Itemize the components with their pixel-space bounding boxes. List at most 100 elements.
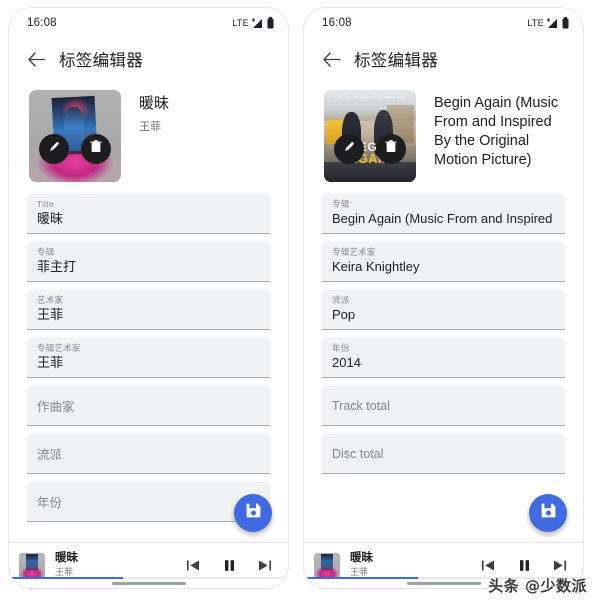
phone-screenshot-left: 16:08 LTE 标签编辑器 暖昧 王菲 Title 暖昧 专辑 菲主打 艺术… [9, 8, 288, 588]
album-art-artist: 王菲 [139, 120, 161, 133]
field-value: Pop [332, 307, 356, 323]
mini-player-artwork [314, 552, 340, 579]
field-track-total[interactable]: Track total [322, 386, 565, 426]
field-album[interactable]: 专辑 菲主打 [27, 242, 270, 282]
back-arrow-icon[interactable] [23, 46, 49, 72]
status-indicators: LTE [527, 17, 569, 29]
field-value: Begin Again (Music From and Inspired By [332, 211, 555, 227]
mini-player-title: 暖昧 [350, 552, 373, 565]
mini-player-artwork [19, 552, 45, 579]
field-placeholder: 年份 [37, 496, 63, 510]
save-icon [245, 502, 262, 524]
field-disc-total[interactable]: Disc total [322, 434, 565, 474]
mini-art-poster-layer [321, 554, 333, 571]
network-label: LTE [527, 18, 544, 28]
album-art[interactable] [29, 90, 121, 182]
field-year[interactable]: 年份 2014 [322, 338, 565, 378]
field-value: 2014 [332, 355, 361, 371]
skip-next-icon[interactable] [551, 557, 569, 575]
trash-icon [385, 140, 397, 158]
skip-previous-icon[interactable] [184, 557, 202, 575]
delete-artwork-button[interactable] [376, 134, 406, 164]
save-button[interactable] [529, 494, 567, 532]
mini-player-meta: 暖昧 王菲 [350, 552, 479, 578]
battery-icon [562, 17, 569, 29]
poster-topline-text: Music From and Inspired By the Original … [335, 94, 405, 99]
edit-artwork-button[interactable] [39, 134, 69, 164]
edit-artwork-button[interactable] [334, 134, 364, 164]
field-placeholder: 作曲家 [37, 400, 75, 414]
field-album[interactable]: 专辑 Begin Again (Music From and Inspired … [322, 194, 565, 234]
playback-progress-fill [9, 577, 124, 579]
field-label: Title [37, 199, 54, 209]
mini-player[interactable]: 暖昧 王菲 [9, 542, 288, 588]
pause-icon[interactable] [220, 557, 238, 575]
field-value: Keira Knightley [332, 259, 420, 275]
nav-gesture-pill [406, 582, 481, 585]
field-label: 专辑艺术家 [37, 343, 81, 353]
field-album-artist[interactable]: 专辑艺术家 Keira Knightley [322, 242, 565, 282]
dual-screenshot-stage: 16:08 LTE 标签编辑器 暖昧 王菲 Title 暖昧 专辑 菲主打 艺术… [0, 0, 593, 600]
watermark: 头条 @少数派 [488, 577, 587, 595]
signal-bars-icon [252, 18, 264, 29]
field-label: 年份 [332, 343, 350, 353]
field-label: 专辑 [332, 199, 350, 209]
field-placeholder: Disc total [332, 446, 384, 461]
app-bar: 标签编辑器 [9, 38, 288, 80]
phone-screenshot-right: 16:08 LTE 标签编辑器 Music From and Inspired … [304, 8, 583, 588]
status-clock: 16:08 [322, 17, 352, 29]
signal-bars-icon [547, 18, 559, 29]
save-icon [540, 502, 557, 524]
field-label: 专辑艺术家 [332, 247, 376, 257]
field-value: 王菲 [37, 307, 64, 323]
status-bar: 16:08 LTE [304, 8, 583, 38]
network-label: LTE [232, 18, 249, 28]
back-arrow-icon[interactable] [318, 46, 344, 72]
status-bar: 16:08 LTE [9, 8, 288, 38]
mini-player-title: 暖昧 [55, 552, 78, 565]
app-bar: 标签编辑器 [304, 38, 583, 80]
field-label: 流派 [332, 295, 350, 305]
save-button[interactable] [234, 494, 272, 532]
field-label: 专辑 [37, 247, 55, 257]
album-art-header: Music From and Inspired By the Original … [304, 80, 583, 188]
tag-form-right: 专辑 Begin Again (Music From and Inspired … [304, 188, 583, 542]
skip-next-icon[interactable] [256, 557, 274, 575]
field-placeholder: 流派 [37, 448, 63, 462]
field-title[interactable]: Title 暖昧 [27, 194, 270, 234]
field-composer[interactable]: 作曲家 [27, 386, 270, 426]
field-album-artist[interactable]: 专辑艺术家 王菲 [27, 338, 270, 378]
album-art-header: 暖昧 王菲 [9, 80, 288, 188]
playback-progress-fill [304, 577, 419, 579]
mini-player-controls [184, 557, 276, 575]
pencil-icon [343, 140, 356, 158]
field-genre[interactable]: 流派 Pop [322, 290, 565, 330]
mini-player-meta: 暖昧 王菲 [55, 552, 184, 578]
playback-progress-bar[interactable] [9, 577, 288, 579]
field-placeholder: Track total [332, 398, 390, 413]
skip-previous-icon[interactable] [479, 557, 497, 575]
page-title: 标签编辑器 [354, 52, 438, 70]
page-title: 标签编辑器 [59, 52, 143, 70]
album-art-title: 暖昧 [139, 95, 170, 112]
album-art[interactable]: Music From and Inspired By the Original … [324, 90, 416, 182]
pause-icon[interactable] [515, 557, 533, 575]
status-indicators: LTE [232, 17, 274, 29]
delete-artwork-button[interactable] [81, 134, 111, 164]
album-art-image [29, 90, 121, 182]
trash-icon [90, 140, 102, 158]
status-clock: 16:08 [27, 17, 57, 29]
field-artist[interactable]: 艺术家 王菲 [27, 290, 270, 330]
album-art-title: Begin Again (Music From and Inspired By … [434, 95, 559, 169]
album-art-text: Begin Again (Music From and Inspired By … [434, 90, 569, 182]
album-art-image: Music From and Inspired By the Original … [324, 90, 416, 182]
tag-form-left: Title 暖昧 专辑 菲主打 艺术家 王菲 专辑艺术家 王菲 作曲家 流派 年… [9, 188, 288, 542]
nav-gesture-pill [111, 582, 186, 585]
field-genre[interactable]: 流派 [27, 434, 270, 474]
mini-art-poster-layer [26, 554, 38, 571]
field-value: 菲主打 [37, 259, 77, 275]
mini-player-controls [479, 557, 571, 575]
battery-icon [267, 17, 274, 29]
field-label: 艺术家 [37, 295, 64, 305]
field-value: 王菲 [37, 355, 64, 371]
